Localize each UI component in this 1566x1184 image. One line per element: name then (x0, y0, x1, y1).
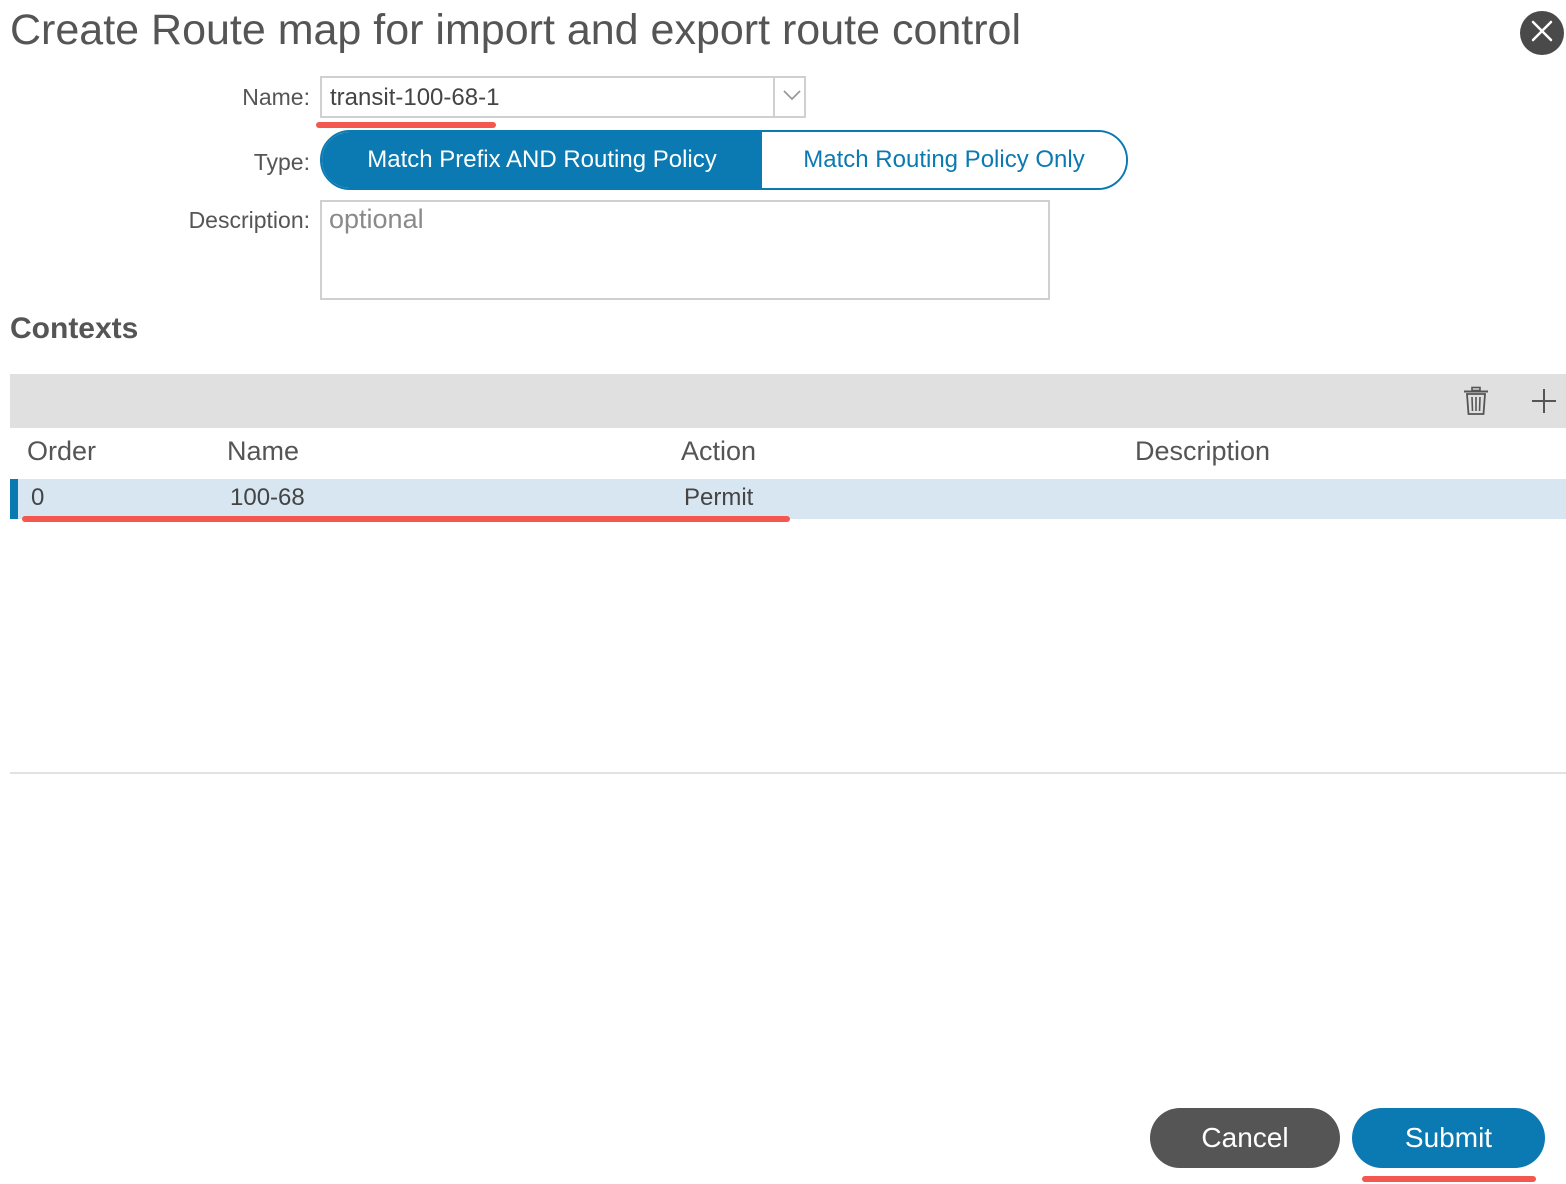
annotation-underline (1362, 1176, 1536, 1182)
name-field-value: transit-100-68-1 (330, 84, 500, 111)
name-field[interactable]: transit-100-68-1 (320, 76, 806, 118)
dialog-title: Create Route map for import and export r… (10, 6, 1022, 54)
cell-name: 100-68 (230, 484, 305, 511)
column-header-description[interactable]: Description (1135, 436, 1270, 467)
type-option-match-routing-policy-only[interactable]: Match Routing Policy Only (762, 132, 1126, 188)
table-row[interactable]: 0 100-68 Permit (10, 479, 1566, 519)
row-selected-marker (10, 479, 18, 519)
submit-button[interactable]: Submit (1352, 1108, 1545, 1168)
name-dropdown-button[interactable] (773, 78, 808, 116)
cell-order: 0 (31, 484, 45, 511)
name-label: Name: (242, 84, 310, 110)
cell-action: Permit (684, 484, 754, 511)
type-option-match-prefix-and-routing-policy[interactable]: Match Prefix AND Routing Policy (322, 132, 762, 188)
annotation-underline (316, 122, 496, 128)
column-header-action[interactable]: Action (681, 436, 756, 467)
column-header-name[interactable]: Name (227, 436, 299, 467)
table-bottom-divider (10, 772, 1566, 774)
plus-icon[interactable] (1527, 384, 1561, 418)
trash-icon[interactable] (1459, 384, 1493, 418)
description-field[interactable]: optional (320, 200, 1050, 300)
type-label: Type: (253, 149, 310, 175)
contexts-heading: Contexts (10, 312, 139, 345)
contexts-toolbar (10, 374, 1566, 428)
close-icon (1529, 18, 1555, 49)
cancel-button[interactable]: Cancel (1150, 1108, 1340, 1168)
annotation-underline (22, 516, 790, 522)
chevron-down-icon (782, 88, 802, 106)
close-button[interactable] (1520, 11, 1564, 55)
description-label: Description: (188, 207, 310, 233)
description-placeholder: optional (329, 204, 424, 234)
type-segmented-control: Match Prefix AND Routing Policy Match Ro… (320, 130, 1128, 190)
column-header-order[interactable]: Order (27, 436, 96, 467)
